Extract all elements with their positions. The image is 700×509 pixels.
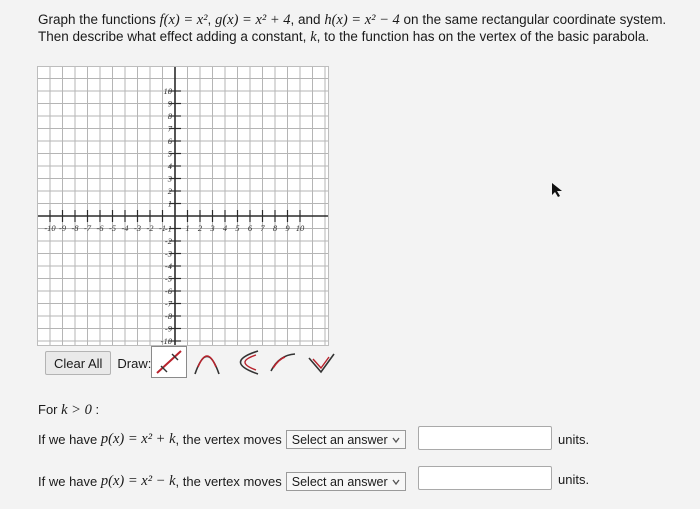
- x-tick-label: -3: [134, 223, 141, 233]
- x-tick-label: -7: [84, 223, 92, 233]
- h-definition: h(x) = x² − 4: [324, 12, 400, 28]
- g-definition: g(x) = x² + 4: [215, 12, 291, 28]
- y-tick-label: -10: [161, 336, 173, 345]
- y-tick-label: 5: [168, 149, 172, 159]
- x-tick-label: -6: [96, 223, 104, 233]
- draw-label: Draw:: [117, 355, 152, 371]
- graph-canvas[interactable]: -10 -9 -8 -7 -6 -5 -4 -3 -2 -1 1 2 3 4 5 6 7 8 9 10 10 9 8 7 6 5 4…: [37, 66, 329, 346]
- x-tick-label: -9: [59, 223, 67, 233]
- y-tick-label: -5: [165, 274, 172, 284]
- x-tick-label: -5: [109, 223, 116, 233]
- direction-select-plus[interactable]: Select an answer: [285, 430, 406, 449]
- question-intro: Graph the functions: [38, 12, 156, 27]
- mouse-cursor-icon: [552, 183, 562, 197]
- y-tick-label: 10: [164, 86, 173, 96]
- arc-tool-button[interactable]: [265, 346, 301, 378]
- answer-row-plus: If we have p(x) = x² + k, the vertex mov…: [38, 430, 406, 449]
- k-condition: k > 0: [61, 402, 92, 418]
- x-tick-label: 10: [296, 223, 305, 233]
- y-tick-label: -3: [165, 249, 172, 259]
- and-word: and: [298, 12, 321, 27]
- y-tick-label: -2: [165, 236, 173, 246]
- question-text: Graph the functions f(x) = x², g(x) = x²…: [38, 12, 667, 45]
- f-definition: f(x) = x²: [159, 12, 208, 28]
- plus-function: p(x) = x² + k: [100, 431, 176, 447]
- minus-function: p(x) = x² − k: [100, 473, 176, 489]
- check-tool-button[interactable]: [303, 346, 339, 378]
- units-label-minus: units.: [558, 472, 590, 487]
- check-v-tool-icon: [308, 353, 335, 374]
- sideways-parabola-tool-button[interactable]: [227, 346, 263, 378]
- parabola-left-tool-icon: [239, 350, 259, 375]
- coordinate-grid[interactable]: -10 -9 -8 -7 -6 -5 -4 -3 -2 -1 1 2 3 4 5 6 7 8 9 1010987654…: [38, 67, 328, 345]
- x-tick-label: 3: [209, 223, 214, 233]
- x-tick-label: -4: [121, 223, 129, 233]
- units-input-plus[interactable]: [418, 426, 552, 450]
- condition-line: For k > 0 :: [38, 402, 100, 418]
- clear-all-button[interactable]: Clear All: [45, 351, 112, 375]
- chevron-down-icon: [392, 479, 400, 485]
- x-tick-label: 1: [185, 223, 189, 233]
- y-tick-label: -9: [165, 324, 173, 334]
- x-tick-label: -2: [146, 223, 154, 233]
- line-tool-icon: [156, 350, 182, 374]
- x-tick-label: 5: [235, 223, 239, 233]
- direction-select-minus[interactable]: Select an answer: [285, 472, 406, 491]
- units-label-plus: units.: [558, 432, 590, 447]
- y-tick-label: -1: [165, 224, 172, 234]
- draw-tools: [151, 346, 341, 378]
- x-tick-label: -10: [44, 223, 56, 233]
- y-tick-label: -7: [165, 299, 173, 309]
- draw-controls: Clear All Draw:: [45, 351, 151, 375]
- question-end: , to the function has on the vertex of t…: [316, 28, 650, 44]
- parabola-up-tool-icon: [194, 355, 220, 375]
- line-tool-button[interactable]: [151, 346, 187, 378]
- answer-row-minus: If we have p(x) = x² − k, the vertex mov…: [38, 472, 406, 491]
- y-tick-label: 3: [167, 174, 172, 184]
- units-input-minus[interactable]: [418, 466, 552, 490]
- chevron-down-icon: [392, 437, 400, 443]
- y-tick-label: -6: [165, 286, 173, 296]
- x-tick-label: -8: [71, 223, 79, 233]
- y-tick-label: -8: [165, 311, 173, 321]
- arc-tool-icon: [270, 353, 296, 372]
- parabola-tool-button[interactable]: [189, 346, 225, 378]
- y-tick-label: 1: [168, 199, 172, 209]
- y-tick-label: -4: [165, 261, 173, 271]
